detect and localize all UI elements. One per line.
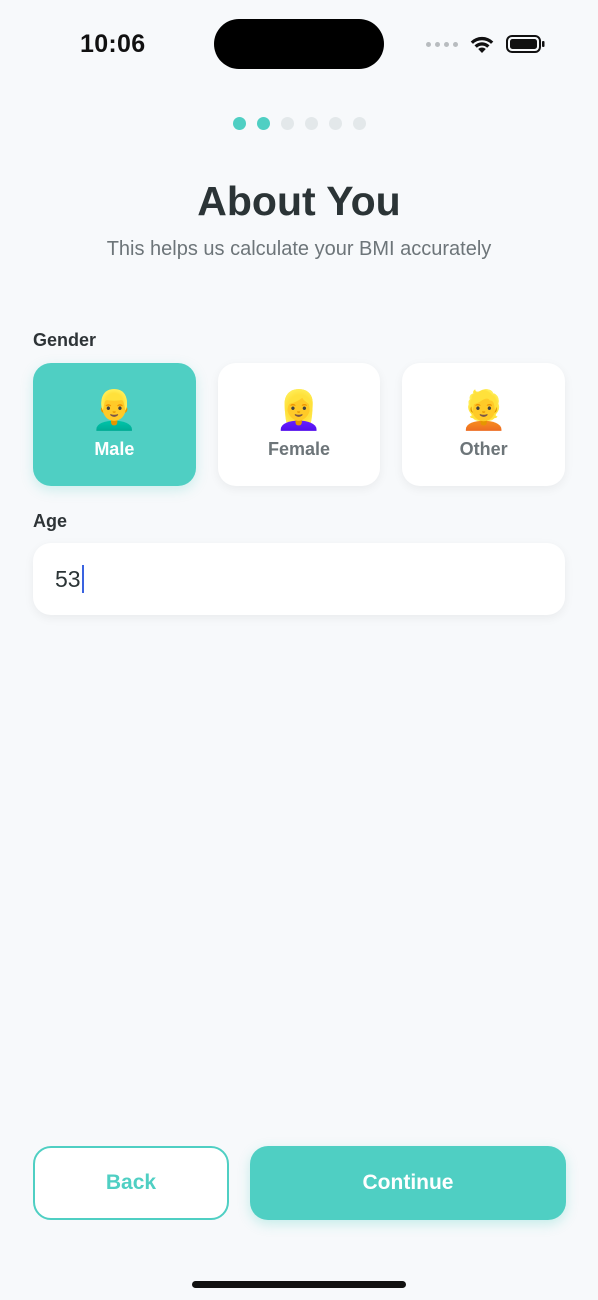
female-avatar-icon: 👱‍♀️ <box>275 390 323 432</box>
battery-icon <box>506 35 545 53</box>
cellular-signal-icon <box>426 41 458 47</box>
back-button[interactable]: Back <box>33 1146 229 1220</box>
about-you-screen: 10:06 About You This helps us calculate … <box>0 0 598 1300</box>
page-title: About You <box>197 178 401 224</box>
gender-option-label: Male <box>94 439 135 459</box>
gender-options: 👱‍♂️ Male 👱‍♀️ Female 👱 Other <box>33 363 566 486</box>
gender-option-other[interactable]: 👱 Other <box>402 363 566 486</box>
dynamic-island <box>214 19 384 69</box>
status-time: 10:06 <box>80 30 146 58</box>
progress-dot <box>328 117 342 130</box>
step-progress-dots <box>0 117 598 130</box>
age-label: Age <box>33 511 68 531</box>
gender-option-male[interactable]: 👱‍♂️ Male <box>33 363 196 486</box>
gender-option-label: Female <box>267 439 331 459</box>
status-icons <box>426 30 546 58</box>
progress-dot <box>280 117 294 130</box>
age-input[interactable]: 53 <box>33 543 565 615</box>
progress-dot <box>352 117 366 130</box>
home-indicator[interactable] <box>192 1281 406 1288</box>
male-avatar-icon: 👱‍♂️ <box>90 390 138 432</box>
person-avatar-icon: 👱 <box>460 390 508 432</box>
continue-button[interactable]: Continue <box>250 1146 566 1220</box>
wifi-icon <box>470 36 494 53</box>
age-input-value: 53 <box>55 565 81 592</box>
gender-option-label: Other <box>459 439 508 459</box>
progress-dot <box>304 117 318 130</box>
progress-dot <box>232 117 246 130</box>
progress-dot <box>256 117 270 130</box>
gender-option-female[interactable]: 👱‍♀️ Female <box>217 363 381 486</box>
page-subtitle: This helps us calculate your BMI accurat… <box>106 238 492 260</box>
gender-label: Gender <box>33 330 97 350</box>
text-cursor <box>81 565 84 593</box>
